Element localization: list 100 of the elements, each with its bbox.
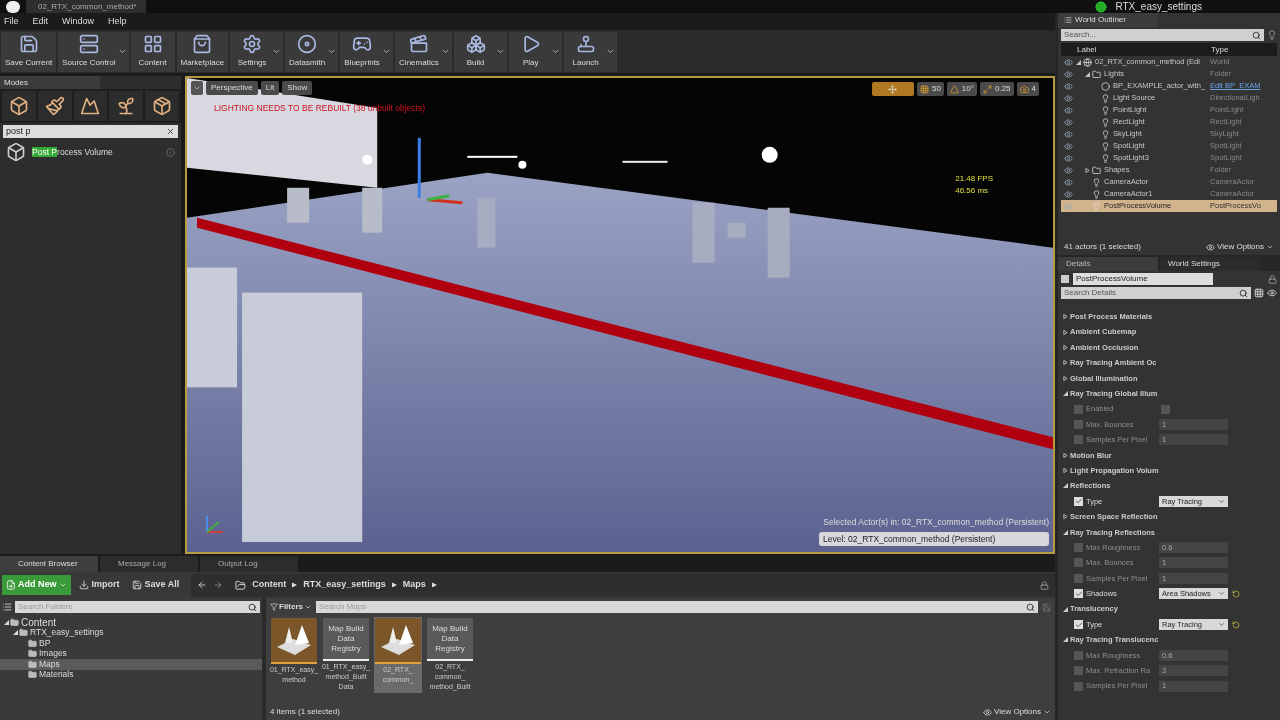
breadcrumb-arrow-icon[interactable] [431,582,437,588]
eye-icon[interactable] [1064,165,1073,175]
expanded-arrow-icon[interactable] [4,619,9,625]
folder-item[interactable]: Content [0,617,262,628]
caret-icon[interactable] [495,47,505,56]
expanded-arrow-icon[interactable] [1063,606,1068,612]
eye-icon[interactable] [1064,105,1073,115]
property-checkbox[interactable] [1074,435,1083,445]
column-header[interactable]: Type [1211,43,1229,56]
panel-tab[interactable]: Output Log [200,556,298,572]
document-tab[interactable]: 02_RTX_common_method* [26,0,146,13]
search-field[interactable]: Search... [1061,29,1264,41]
snap-button[interactable]: 50 [916,82,944,96]
breadcrumb-arrow-icon[interactable] [292,582,298,588]
eye-icon[interactable] [1064,153,1073,163]
view-options-button[interactable]: View Options [1206,241,1274,253]
property-checkbox[interactable] [1074,558,1083,568]
menu-item[interactable]: File [4,14,19,29]
property-checkbox[interactable] [1074,650,1083,660]
mode-button[interactable] [145,91,179,121]
property-checkbox[interactable] [1074,573,1083,583]
menu-item[interactable]: Edit [32,14,49,29]
folder-item[interactable]: Images [0,648,262,659]
tree-icon[interactable] [2,602,12,612]
menu-item[interactable]: Help [108,14,127,29]
snap-button[interactable]: 10° [946,82,977,96]
collapsed-arrow-icon[interactable] [1063,375,1068,381]
eye-icon[interactable] [1064,81,1073,91]
expanded-arrow-icon[interactable] [1063,637,1068,643]
eye-icon[interactable] [1064,129,1073,139]
panel-tab[interactable]: Details [1058,257,1158,271]
viewport-button[interactable]: Perspective [206,81,258,95]
property-checkbox[interactable] [1074,666,1083,676]
eye-icon[interactable] [1064,177,1073,187]
filters-button[interactable]: Filters [270,601,312,613]
toolbar-button[interactable]: Datasmith [285,31,339,72]
toolbar-button[interactable]: Cinematics [395,31,452,72]
clear-icon[interactable] [166,127,175,136]
snap-button[interactable]: 4 [1016,82,1039,96]
property-checkbox[interactable] [1074,620,1083,629]
caret-icon[interactable] [382,47,392,56]
toolbar-button[interactable]: Marketplace [176,31,229,72]
caret-icon[interactable] [440,47,450,56]
caret-icon[interactable] [550,47,560,56]
property-checkbox[interactable] [1074,543,1083,553]
snap-button[interactable]: 0.25 [979,82,1014,96]
breadcrumb-arrow-icon[interactable] [391,582,397,588]
toolbar-button[interactable]: Save Current [1,31,57,72]
toolbar-button[interactable]: Blueprints [340,31,394,72]
folder-item[interactable]: BP [0,638,262,649]
add-new-button[interactable]: Add New [2,575,71,595]
modes-tab[interactable]: Modes [0,76,100,89]
eye-icon[interactable] [1064,189,1073,199]
panel-tab[interactable]: World Settings [1160,257,1260,271]
toolbar-button[interactable]: Content [130,31,175,72]
collapsed-arrow-icon[interactable] [1063,514,1068,520]
import-button[interactable]: Import [72,575,126,595]
property-checkbox[interactable] [1074,496,1083,506]
expanded-arrow-icon[interactable] [1063,483,1068,489]
breadcrumb[interactable]: RTX_easy_settings [303,578,386,592]
outliner-tab[interactable]: World Outliner [1058,13,1158,27]
eye-icon[interactable] [1064,57,1073,67]
viewport[interactable]: Perspective Lit Show LIGHTING NEEDS TO BE REBUILT (38 unbuilt objects) 50 10° 0.25 4 21.48 FPS 46.56 ms Selected Actor(s) in: 02_RTX_common_method (Persistent) Level: 02_RTX_common_method (Persistent) [185,76,1055,554]
expanded-arrow-icon[interactable] [13,630,18,636]
transform-tools-icon[interactable] [871,82,914,96]
eye-icon[interactable] [1064,93,1073,103]
expanded-arrow-icon[interactable] [1063,529,1068,535]
reset-icon[interactable] [1232,620,1240,629]
reset-icon[interactable] [1232,589,1240,598]
eye-icon[interactable] [1064,141,1073,151]
forward-icon[interactable] [213,580,224,590]
lock-icon[interactable] [1268,274,1277,284]
breadcrumb[interactable]: Maps [402,578,426,592]
mode-button[interactable] [2,91,36,121]
collapsed-arrow-icon[interactable] [1063,314,1068,320]
expanded-arrow-icon[interactable] [1063,391,1068,397]
toolbar-button[interactable]: Settings [230,31,284,72]
caret-icon[interactable] [117,47,127,56]
toolbar-button[interactable]: Launch [563,31,617,72]
expanded-arrow-icon[interactable] [1076,59,1081,65]
lock-icon[interactable] [1040,580,1049,590]
property-checkbox[interactable] [1074,589,1083,599]
back-icon[interactable] [197,580,208,590]
caret-icon[interactable] [605,47,615,56]
property-checkbox[interactable] [1074,681,1083,691]
menu-item[interactable]: Window [62,14,95,29]
property-checkbox[interactable] [1074,419,1083,429]
folder-item[interactable]: Materials [0,669,262,680]
collapsed-arrow-icon[interactable] [1063,329,1068,335]
eye-icon[interactable] [1064,69,1073,79]
column-header[interactable]: Label [1061,43,1211,56]
mode-button[interactable] [37,91,72,121]
caret-icon[interactable] [272,47,282,56]
value-checkbox[interactable] [1161,404,1170,414]
property-checkbox[interactable] [1074,404,1083,414]
collapsed-arrow-icon[interactable] [1063,468,1068,474]
eye-icon[interactable] [1064,117,1073,127]
panel-tab[interactable]: Message Log [100,556,198,572]
view-options-button[interactable]: View Options [983,706,1051,718]
folder-item[interactable]: Maps [0,659,262,670]
